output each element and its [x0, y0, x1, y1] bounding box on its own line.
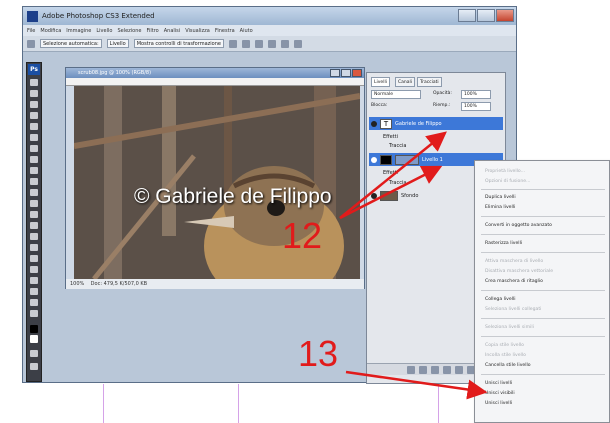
step-number-13: 13	[298, 333, 339, 374]
arrow-to-text-layer	[339, 131, 447, 219]
arrow-to-layer-1	[339, 165, 443, 220]
arrow-to-merge-layers	[345, 370, 488, 400]
step-number-12: 12	[282, 215, 323, 256]
